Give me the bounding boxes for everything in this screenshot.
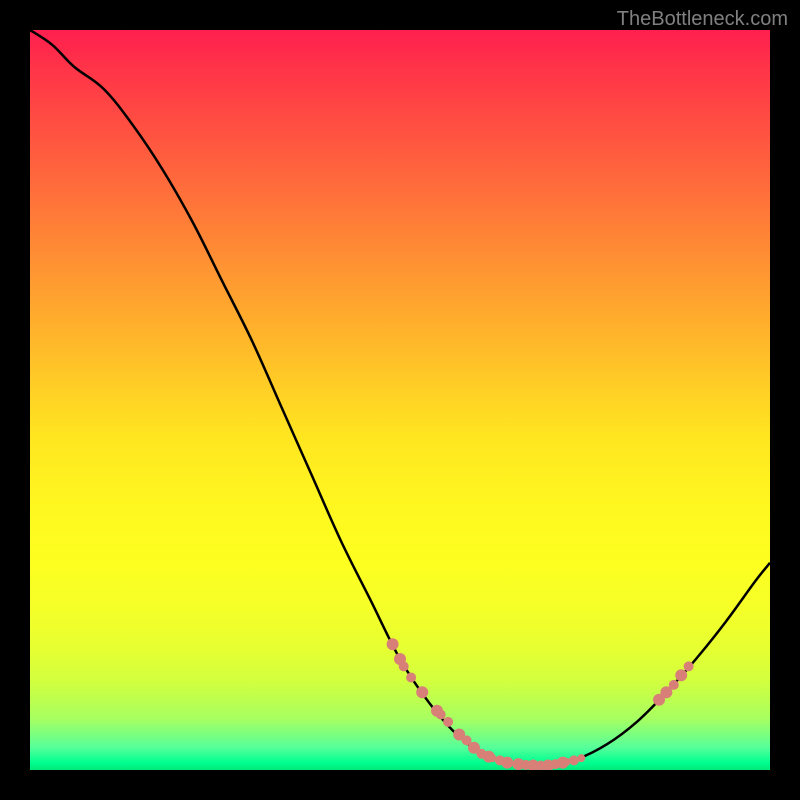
chart-marker bbox=[406, 673, 416, 683]
chart-marker bbox=[684, 661, 694, 671]
chart-marker bbox=[387, 638, 399, 650]
chart-marker bbox=[443, 717, 453, 727]
chart-marker bbox=[577, 754, 585, 762]
chart-curve-svg bbox=[30, 30, 770, 770]
chart-marker bbox=[501, 757, 513, 769]
chart-marker bbox=[416, 686, 428, 698]
chart-plot-area bbox=[30, 30, 770, 770]
chart-marker bbox=[399, 661, 409, 671]
chart-marker bbox=[569, 755, 579, 765]
chart-marker bbox=[669, 680, 679, 690]
chart-marker bbox=[675, 669, 687, 681]
chart-marker bbox=[436, 710, 446, 720]
watermark-text: TheBottleneck.com bbox=[617, 8, 788, 31]
chart-markers bbox=[387, 638, 694, 770]
